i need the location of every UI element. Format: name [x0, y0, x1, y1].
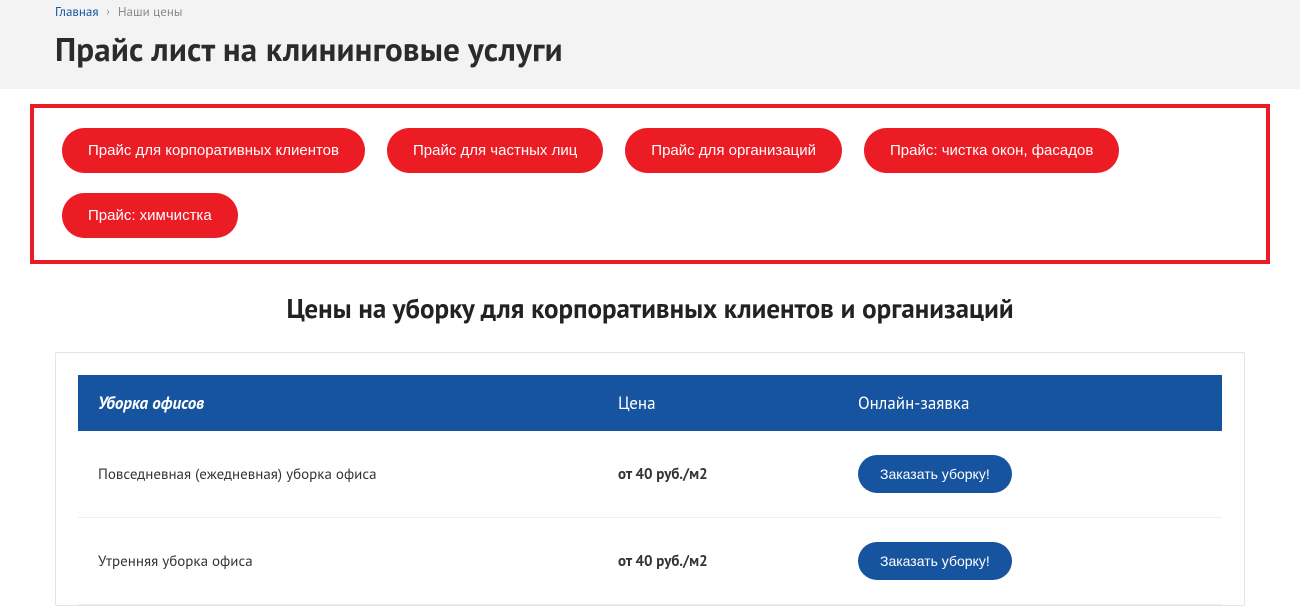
order-button[interactable]: Заказать уборку! [858, 542, 1012, 580]
header-area: Главная › Наши цены Прайс лист на клинин… [0, 0, 1300, 89]
pill-corporate[interactable]: Прайс для корпоративных клиентов [62, 128, 365, 173]
price-category-box: Прайс для корпоративных клиентов Прайс д… [30, 104, 1270, 264]
price-table: Уборка офисов Цена Онлайн-заявка Повседн… [78, 375, 1222, 605]
row-price: от 40 руб./м2 [598, 528, 838, 595]
page-title: Прайс лист на клининговые услуги [55, 28, 1245, 71]
row-name: Повседневная (ежедневная) уборка офиса [78, 441, 598, 508]
header-price: Цена [598, 375, 838, 431]
table-header: Уборка офисов Цена Онлайн-заявка [78, 375, 1222, 431]
price-category-row: Прайс для корпоративных клиентов Прайс д… [62, 128, 1238, 238]
header-name: Уборка офисов [78, 375, 598, 431]
pill-drycleaning[interactable]: Прайс: химчистка [62, 193, 238, 238]
price-card: Уборка офисов Цена Онлайн-заявка Повседн… [55, 352, 1245, 606]
breadcrumb-home-link[interactable]: Главная [55, 3, 99, 20]
table-row: Повседневная (ежедневная) уборка офиса о… [78, 431, 1222, 518]
order-button[interactable]: Заказать уборку! [858, 455, 1012, 493]
section-title: Цены на уборку для корпоративных клиенто… [0, 292, 1300, 326]
row-action-cell: Заказать уборку! [838, 518, 1222, 604]
chevron-right-icon: › [107, 5, 110, 19]
row-action-cell: Заказать уборку! [838, 431, 1222, 517]
pill-organizations[interactable]: Прайс для организаций [625, 128, 842, 173]
pill-private[interactable]: Прайс для частных лиц [387, 128, 603, 173]
row-name: Утренняя уборка офиса [78, 528, 598, 595]
row-price: от 40 руб./м2 [598, 441, 838, 508]
breadcrumb: Главная › Наши цены [55, 0, 1245, 28]
header-action: Онлайн-заявка [838, 375, 1222, 431]
breadcrumb-current: Наши цены [118, 3, 183, 20]
table-row: Утренняя уборка офиса от 40 руб./м2 Зака… [78, 518, 1222, 605]
pill-windows[interactable]: Прайс: чистка окон, фасадов [864, 128, 1119, 173]
